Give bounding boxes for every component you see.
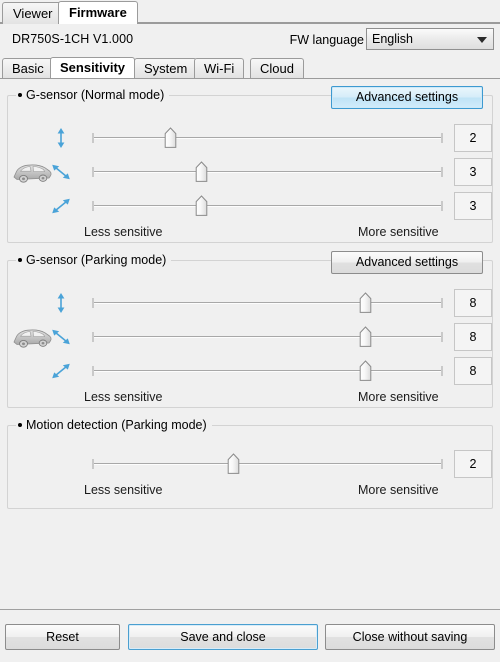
tab-firmware[interactable]: Firmware (58, 1, 138, 24)
sensitivity-panel: G-sensor (Normal mode) Advanced settings… (0, 78, 500, 610)
slider-hint-row: Less sensitive More sensitive (0, 390, 500, 406)
device-info-row: DR750S-1CH V1.000 FW language English (0, 24, 500, 56)
sensitivity-slider[interactable] (92, 360, 443, 382)
arrow-diagonal-ne-icon (48, 358, 74, 384)
slider-thumb[interactable] (195, 195, 208, 217)
slider-track-end-right (441, 167, 443, 177)
slider-track-end-left (92, 201, 94, 211)
slider-thumb[interactable] (359, 326, 372, 348)
slider-row: 3 (0, 155, 500, 189)
sensitivity-value-box[interactable]: 2 (454, 124, 492, 152)
tab-viewer[interactable]: Viewer (2, 2, 64, 24)
firmware-settings-window: Viewer Firmware DR750S-1CH V1.000 FW lan… (0, 0, 500, 662)
hint-more-sensitive: More sensitive (358, 390, 439, 404)
sensitivity-value-box[interactable]: 3 (454, 158, 492, 186)
sensitivity-slider[interactable] (92, 292, 443, 314)
sensitivity-slider[interactable] (92, 161, 443, 183)
slider-thumb[interactable] (164, 127, 177, 149)
slider-track-end-left (92, 167, 94, 177)
slider-track-end-right (441, 298, 443, 308)
advanced-settings-button-normal[interactable]: Advanced settings (331, 86, 483, 109)
slider-track (93, 205, 442, 207)
tab-cloud[interactable]: Cloud (250, 58, 304, 78)
group-title-text: G-sensor (Parking mode) (26, 253, 167, 267)
slider-track (93, 137, 442, 139)
arrow-diagonal-nw-icon (48, 324, 74, 350)
slider-hint-row: Less sensitive More sensitive (0, 225, 500, 241)
slider-track-end-left (92, 459, 94, 469)
slider-track (93, 171, 442, 173)
footer-button-bar: Reset Save and close Close without savin… (0, 609, 500, 662)
sensitivity-slider[interactable] (92, 195, 443, 217)
slider-track-end-right (441, 133, 443, 143)
tab-sensitivity[interactable]: Sensitivity (50, 57, 136, 78)
arrow-diagonal-ne-icon (48, 193, 74, 219)
tab-wifi[interactable]: Wi-Fi (194, 58, 245, 78)
slider-row: 2 (0, 447, 500, 481)
advanced-settings-button-parking[interactable]: Advanced settings (331, 251, 483, 274)
slider-track (93, 302, 442, 304)
fw-language-value: English (372, 32, 413, 46)
hint-less-sensitive: Less sensitive (84, 390, 163, 404)
sensitivity-value-box[interactable]: 8 (454, 289, 492, 317)
settings-tab-bar: Basic Sensitivity System Wi-Fi Cloud (0, 56, 500, 78)
slider-row: 8 (0, 354, 500, 388)
arrow-vertical-icon (48, 125, 74, 151)
slider-row: 8 (0, 320, 500, 354)
group-title-text: G-sensor (Normal mode) (26, 88, 165, 102)
sensitivity-value-box[interactable]: 2 (454, 450, 492, 478)
slider-track-end-right (441, 201, 443, 211)
arrow-diagonal-nw-icon (48, 159, 74, 185)
slider-track (93, 370, 442, 372)
slider-track-end-left (92, 298, 94, 308)
slider-thumb[interactable] (359, 292, 372, 314)
group-title-text: Motion detection (Parking mode) (26, 418, 207, 432)
bullet-icon (18, 258, 22, 262)
slider-track-end-left (92, 366, 94, 376)
slider-track-end-left (92, 133, 94, 143)
slider-thumb[interactable] (359, 360, 372, 382)
sensitivity-value-box[interactable]: 8 (454, 357, 492, 385)
save-and-close-button[interactable]: Save and close (128, 624, 318, 650)
fw-language-select[interactable]: English (366, 28, 494, 50)
slider-hint-row: Less sensitive More sensitive (0, 483, 500, 499)
sensitivity-value-box[interactable]: 8 (454, 323, 492, 351)
sensitivity-slider[interactable] (92, 453, 443, 475)
slider-thumb[interactable] (227, 453, 240, 475)
arrow-vertical-icon (48, 290, 74, 316)
slider-track-end-right (441, 366, 443, 376)
fw-language-label: FW language (289, 33, 364, 47)
slider-track (93, 336, 442, 338)
slider-row: 3 (0, 189, 500, 223)
slider-track-end-right (441, 332, 443, 342)
group-title-g-sensor-normal: G-sensor (Normal mode) (16, 88, 170, 102)
slider-thumb[interactable] (195, 161, 208, 183)
close-without-saving-button[interactable]: Close without saving (325, 624, 495, 650)
hint-less-sensitive: Less sensitive (84, 483, 163, 497)
group-title-motion-detection: Motion detection (Parking mode) (16, 418, 212, 432)
tab-system[interactable]: System (134, 58, 198, 78)
slider-track-end-right (441, 459, 443, 469)
bullet-icon (18, 93, 22, 97)
sensitivity-value-box[interactable]: 3 (454, 192, 492, 220)
slider-track-end-left (92, 332, 94, 342)
hint-more-sensitive: More sensitive (358, 483, 439, 497)
sensitivity-slider[interactable] (92, 127, 443, 149)
bullet-icon (18, 423, 22, 427)
slider-track (93, 463, 442, 465)
chevron-down-icon (477, 37, 487, 43)
device-model-version: DR750S-1CH V1.000 (12, 32, 134, 46)
group-title-g-sensor-parking: G-sensor (Parking mode) (16, 253, 172, 267)
sensitivity-slider[interactable] (92, 326, 443, 348)
hint-more-sensitive: More sensitive (358, 225, 439, 239)
slider-row: 8 (0, 286, 500, 320)
tab-basic[interactable]: Basic (2, 58, 54, 78)
reset-button[interactable]: Reset (5, 624, 120, 650)
window-tab-bar: Viewer Firmware (0, 0, 500, 24)
slider-row: 2 (0, 121, 500, 155)
hint-less-sensitive: Less sensitive (84, 225, 163, 239)
